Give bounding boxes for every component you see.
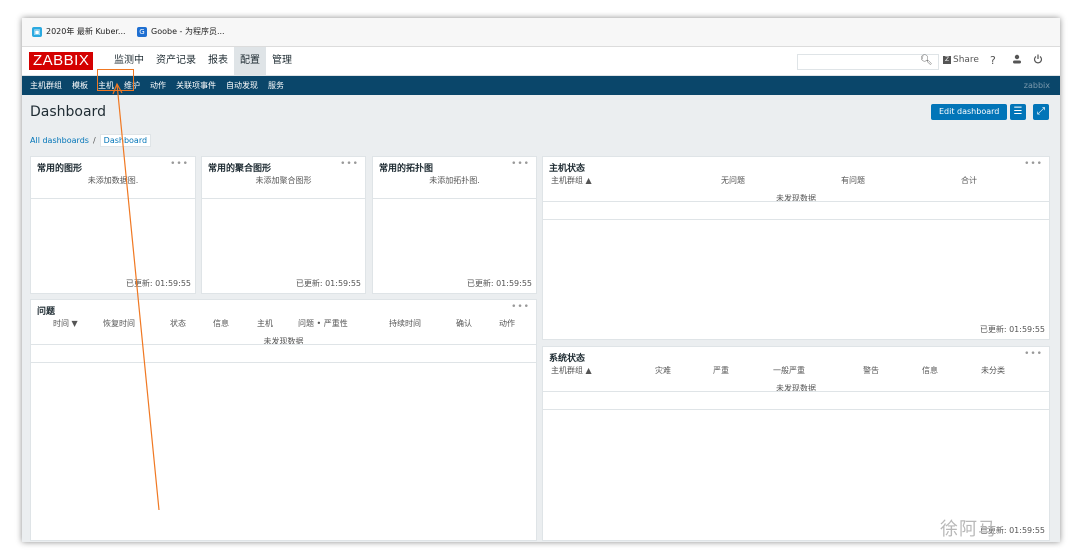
annotation-arrow <box>112 82 160 511</box>
watermark: 徐阿马 <box>940 519 997 540</box>
browser-window: ▣ 2020年 最新 Kuber... G Goobe - 为程序员... ZA… <box>22 18 1060 542</box>
